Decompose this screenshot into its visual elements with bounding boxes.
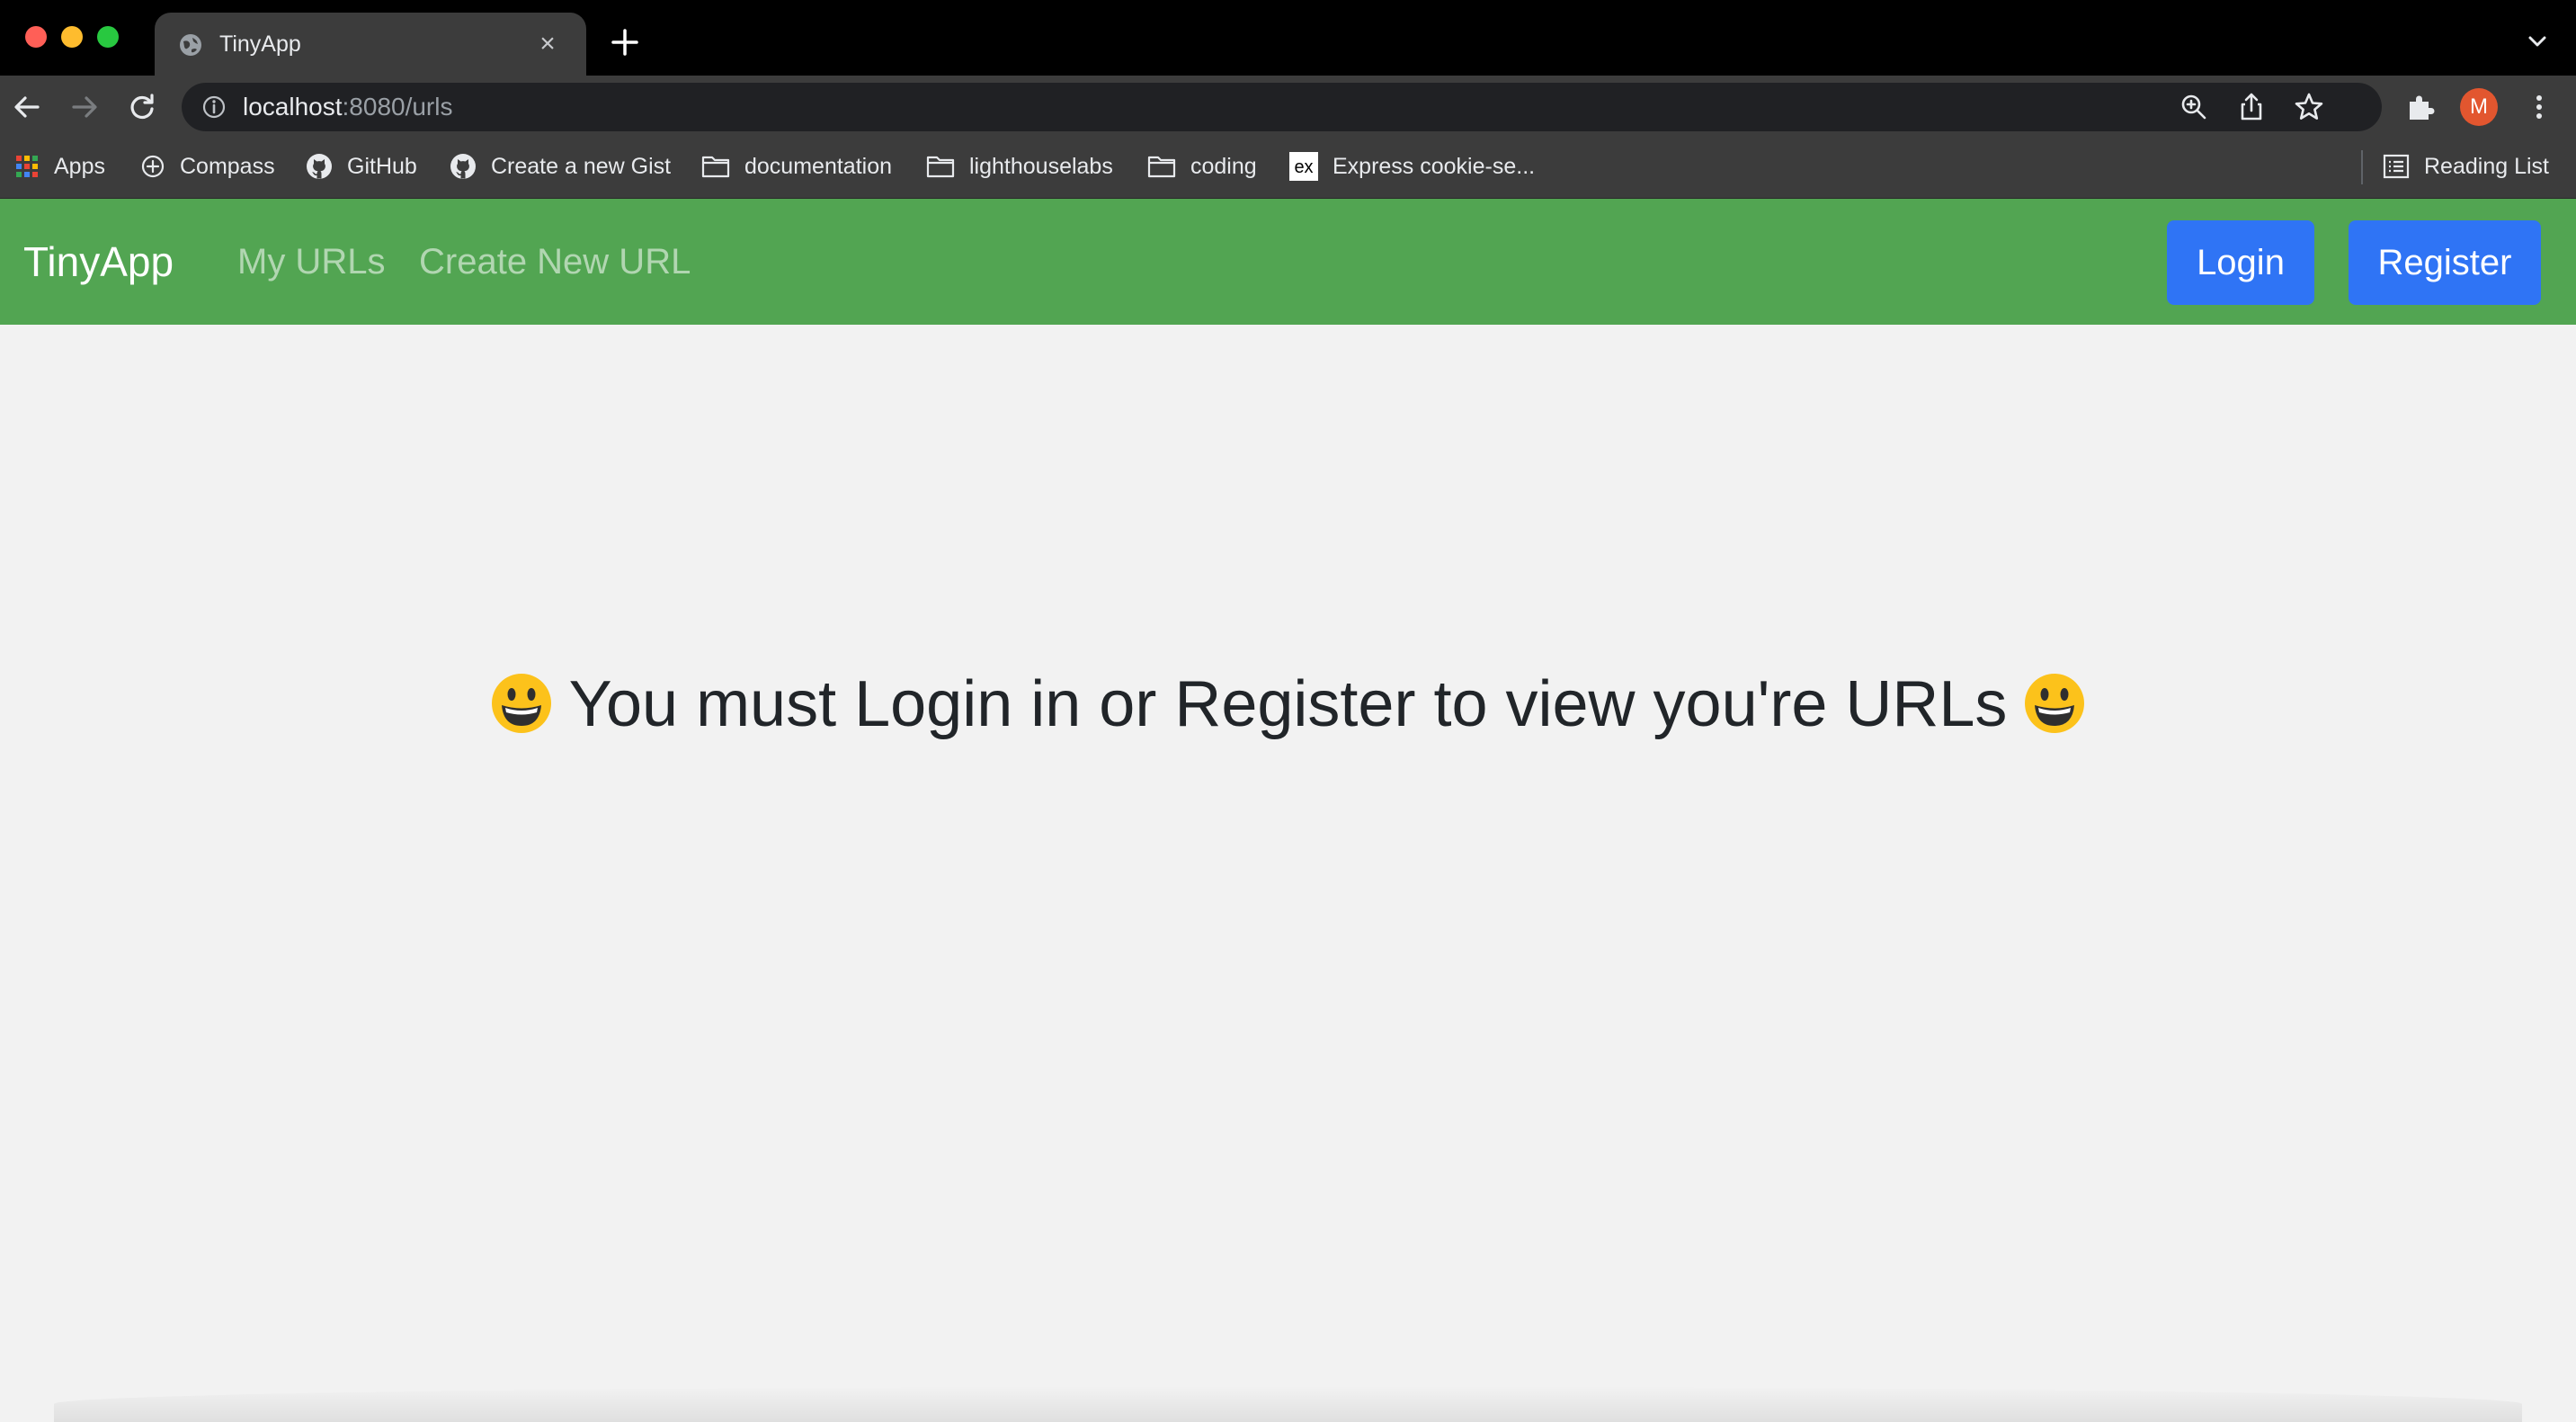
tab-close-icon[interactable]: ×: [532, 29, 563, 59]
main-content: You must Login in or Register to view yo…: [0, 325, 2576, 1422]
bookmarks-bar: Apps Compass GitHub Create a new Gist do…: [0, 138, 2576, 199]
address-host: localhost: [243, 93, 343, 121]
reading-list-button[interactable]: Reading List: [2383, 150, 2549, 183]
app-navbar: TinyApp My URLs Create New URL Login Reg…: [0, 199, 2576, 325]
address-path: :8080/urls: [342, 93, 453, 121]
folder-icon: [926, 156, 955, 178]
bookmark-star-icon[interactable]: [2293, 91, 2325, 123]
github-icon: [307, 154, 332, 179]
bookmark-label: Create a new Gist: [491, 153, 672, 179]
zoom-icon[interactable]: [2178, 91, 2210, 123]
bookmark-label: documentation: [744, 153, 893, 179]
reading-list-label: Reading List: [2424, 153, 2549, 179]
kebab-menu-icon[interactable]: [2523, 91, 2555, 123]
express-icon: ex: [1289, 152, 1318, 181]
bookmark-compass[interactable]: Compass: [140, 150, 275, 183]
browser-toolbar: localhost:8080/urls M: [0, 76, 2576, 138]
message-text: You must Login in or Register to view yo…: [568, 668, 2008, 740]
page-bottom-shadow: [54, 1386, 2522, 1422]
svg-text:ex: ex: [1294, 157, 1313, 177]
reading-list-icon: [2383, 154, 2410, 179]
grinning-face-emoji-icon: [491, 673, 551, 733]
new-tab-icon[interactable]: [608, 25, 642, 59]
bookmark-label: Express cookie-se...: [1333, 153, 1536, 179]
bookmark-label: lighthouselabs: [969, 153, 1113, 179]
bookmark-separator: [2361, 150, 2363, 184]
bookmark-lighthouselabs[interactable]: lighthouselabs: [926, 150, 1113, 183]
site-info-icon[interactable]: [201, 94, 227, 120]
profile-avatar[interactable]: M: [2460, 88, 2498, 126]
bookmark-label: GitHub: [347, 153, 417, 179]
github-icon: [450, 154, 476, 179]
nav-link-create-new-url[interactable]: Create New URL: [419, 238, 691, 285]
chevron-down-icon[interactable]: [2523, 27, 2552, 56]
back-arrow-icon[interactable]: [11, 91, 43, 123]
bookmark-create-gist[interactable]: Create a new Gist: [450, 150, 671, 183]
bookmark-label: Apps: [54, 153, 105, 179]
globe-icon: [180, 34, 201, 56]
bookmark-label: Compass: [180, 153, 275, 179]
bookmark-github[interactable]: GitHub: [306, 150, 417, 183]
browser-tabstrip: TinyApp ×: [0, 0, 2576, 76]
forward-arrow-icon[interactable]: [68, 91, 101, 123]
register-button[interactable]: Register: [2349, 220, 2541, 305]
minimize-window-button[interactable]: [61, 26, 83, 48]
compass-icon: [141, 155, 165, 178]
login-button[interactable]: Login: [2167, 220, 2314, 305]
reload-icon[interactable]: [126, 91, 158, 123]
address-bar[interactable]: localhost:8080/urls: [182, 83, 2382, 131]
address-url[interactable]: localhost:8080/urls: [243, 92, 452, 122]
bookmark-coding[interactable]: coding: [1147, 150, 1257, 183]
close-window-button[interactable]: [25, 26, 47, 48]
bookmark-label: coding: [1190, 153, 1257, 179]
folder-icon: [701, 156, 730, 178]
navbar-brand[interactable]: TinyApp: [23, 235, 174, 289]
extensions-puzzle-icon[interactable]: [2404, 91, 2437, 123]
apps-grid-icon: [16, 156, 38, 177]
share-icon[interactable]: [2235, 91, 2268, 123]
bookmark-documentation[interactable]: documentation: [701, 150, 892, 183]
folder-icon: [1147, 156, 1176, 178]
maximize-window-button[interactable]: [97, 26, 119, 48]
grinning-face-emoji-icon: [2025, 673, 2085, 733]
bookmark-express-cookie[interactable]: ex Express cookie-se...: [1289, 150, 1535, 183]
tab-title: TinyApp: [219, 31, 301, 57]
login-required-message: You must Login in or Register to view yo…: [0, 659, 2576, 749]
browser-tab[interactable]: TinyApp ×: [155, 13, 586, 76]
bookmark-apps[interactable]: Apps: [14, 150, 105, 183]
nav-link-my-urls[interactable]: My URLs: [237, 238, 385, 285]
